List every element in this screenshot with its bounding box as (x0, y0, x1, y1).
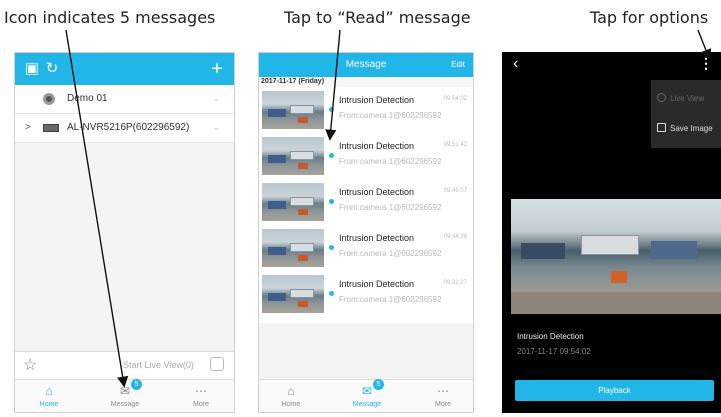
tab-home[interactable]: ⌂ Home (19, 383, 79, 408)
message-source: From:camera 1@602296592 (339, 111, 442, 120)
home-header: ▣ ↻ + (15, 53, 234, 85)
tab-bar: ⌂ Home ✉ 5 Message ⋯ More (259, 379, 473, 412)
tab-more[interactable]: ⋯ More (171, 383, 231, 408)
menu-item-live-view[interactable]: Live View (657, 93, 704, 103)
menu-item-label: Live View (670, 94, 705, 103)
event-title: Intrusion Detection (517, 332, 584, 341)
tab-label: More (193, 401, 209, 408)
message-time: 09:51:42 (443, 142, 467, 148)
tab-home[interactable]: ⌂ Home (261, 383, 321, 408)
message-time: 09:32:27 (443, 280, 467, 286)
list-empty-area (259, 323, 473, 379)
options-menu: Live View Save Image (651, 80, 721, 148)
device-list: Demo 01 ⌄ > AL-NVR5216P(602296592) ⌄ (15, 85, 234, 143)
device-row[interactable]: > AL-NVR5216P(602296592) ⌄ (15, 114, 234, 143)
caption-tap-options: Tap for options (590, 8, 709, 27)
message-list: Intrusion Detection From:camera 1@602296… (259, 87, 473, 317)
message-header: Message Edit (259, 53, 473, 77)
unread-dot (329, 291, 334, 296)
message-item[interactable]: Intrusion Detection From:camera 1@602296… (259, 133, 473, 179)
message-title: Intrusion Detection (339, 141, 415, 151)
event-snapshot (511, 199, 721, 314)
caption-tap-read: Tap to “Read” message (284, 8, 471, 27)
nvr-icon (43, 124, 59, 132)
message-count-badge: 5 (131, 379, 142, 390)
home-icon: ⌂ (45, 384, 53, 398)
message-screen: Message Edit 2017-11-17 (Friday) Intrusi… (258, 52, 474, 413)
envelope-icon: ✉ (361, 384, 373, 398)
tab-label: Home (39, 401, 59, 408)
tab-bar: ⌂ Home ✉ 5 Message ⋯ More (15, 379, 234, 412)
message-item[interactable]: Intrusion Detection From:camera 1@602296… (259, 271, 473, 317)
chevron-down-icon[interactable]: ⌄ (212, 122, 220, 133)
snapshot-thumbnail (262, 229, 324, 267)
message-item[interactable]: Intrusion Detection From:camera 1@602296… (259, 87, 473, 133)
snapshot-thumbnail (262, 137, 324, 175)
envelope-icon: ✉ (119, 384, 131, 398)
message-detail-screen: ‹ ⋮ Live View Save Image Intrusion Detec… (502, 52, 721, 413)
snapshot-thumbnail (262, 183, 324, 221)
device-name: Demo 01 (67, 93, 108, 104)
camera-icon (43, 93, 55, 105)
caption-icon-messages: Icon indicates 5 messages (4, 8, 216, 27)
live-view-bar: ☆ Start Live View(0) (15, 351, 234, 379)
message-title: Intrusion Detection (339, 279, 415, 289)
page-title: Message (345, 59, 387, 70)
date-header: 2017-11-17 (Friday) (259, 77, 473, 87)
star-icon[interactable]: ☆ (23, 355, 37, 375)
tab-label: Home (281, 401, 301, 408)
more-dots-icon: ⋯ (195, 384, 207, 398)
event-timestamp: 2017-11-17 09:54:02 (517, 347, 591, 356)
tab-label: Message (110, 401, 140, 408)
refresh-icon[interactable]: ↻ (43, 60, 61, 78)
message-time: 09:54:02 (443, 96, 467, 102)
back-arrow-icon[interactable]: ‹ (513, 55, 518, 73)
message-count-badge: 5 (373, 379, 384, 390)
tab-label: Message (352, 401, 382, 408)
edit-button[interactable]: Edit (451, 60, 465, 69)
chevron-down-icon[interactable]: ⌄ (212, 93, 220, 104)
unread-dot (329, 107, 334, 112)
snapshot-thumbnail (262, 91, 324, 129)
menu-item-label: Save Image (670, 124, 713, 133)
more-dots-icon: ⋯ (437, 384, 449, 398)
message-source: From:camera 1@602296592 (339, 157, 442, 166)
device-row[interactable]: Demo 01 ⌄ (15, 85, 234, 114)
message-source: From:camera 1@602296592 (339, 295, 442, 304)
device-name: AL-NVR5216P(602296592) (67, 122, 190, 133)
message-title: Intrusion Detection (339, 187, 415, 197)
message-time: 09:45:07 (443, 188, 467, 194)
playback-button[interactable]: Playback (515, 380, 714, 401)
tab-more[interactable]: ⋯ More (413, 383, 473, 408)
live-view-icon (657, 93, 666, 102)
add-device-icon[interactable]: + (208, 59, 226, 79)
eraser-icon[interactable] (210, 357, 224, 371)
expand-arrow-icon[interactable]: > (25, 122, 31, 133)
menu-item-save-image[interactable]: Save Image (657, 123, 713, 133)
more-options-icon[interactable]: ⋮ (699, 55, 713, 72)
message-item[interactable]: Intrusion Detection From:camera 1@602296… (259, 225, 473, 271)
calendar-icon[interactable]: ▣ (23, 60, 41, 78)
tab-message[interactable]: ✉ 5 Message (95, 379, 155, 408)
home-screen: ▣ ↻ + Demo 01 ⌄ > AL-NVR5216P(602296592)… (14, 52, 235, 413)
snapshot-thumbnail (262, 275, 324, 313)
home-icon: ⌂ (287, 384, 295, 398)
message-title: Intrusion Detection (339, 233, 415, 243)
unread-dot (329, 153, 334, 158)
tab-message[interactable]: ✉ 5 Message (337, 379, 397, 408)
unread-dot (329, 199, 334, 204)
message-title: Intrusion Detection (339, 95, 415, 105)
message-source: From:camera 1@602296592 (339, 249, 442, 258)
save-icon (657, 123, 666, 132)
message-source: From:camera 1@602296592 (339, 203, 442, 212)
start-live-view-button[interactable]: Start Live View(0) (123, 360, 194, 370)
unread-dot (329, 245, 334, 250)
tab-label: More (435, 401, 451, 408)
message-item[interactable]: Intrusion Detection From:camera 1@602296… (259, 179, 473, 225)
message-time: 09:34:38 (443, 234, 467, 240)
